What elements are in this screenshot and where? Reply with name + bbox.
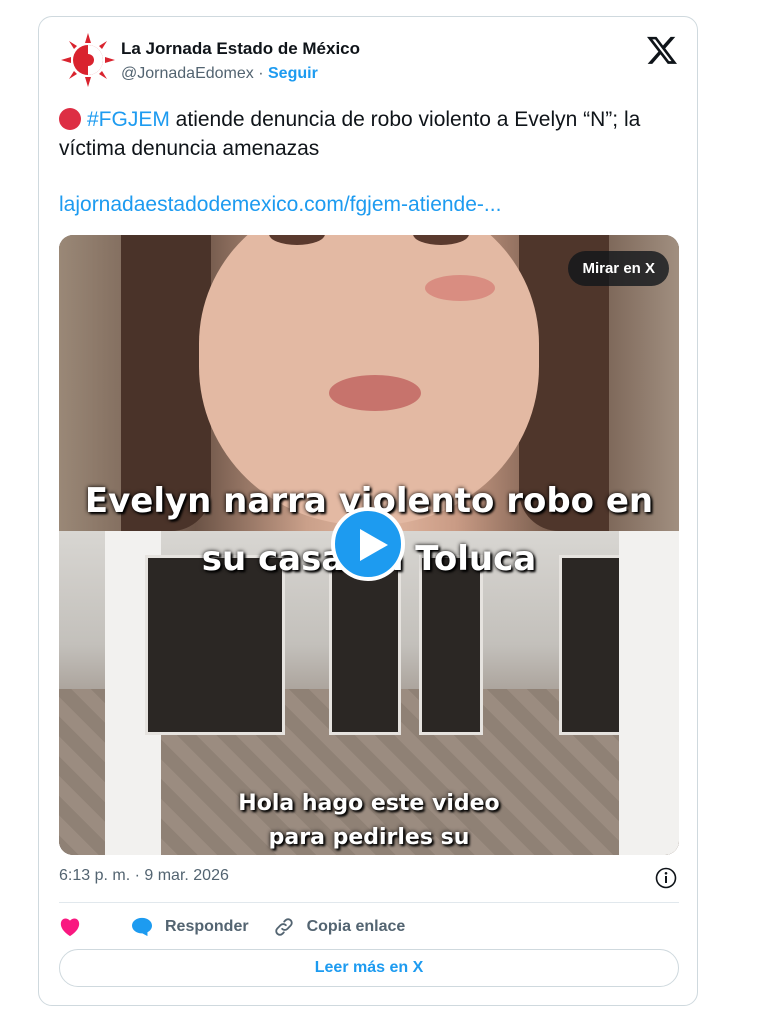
video-player[interactable]: Evelyn narra violento robo en su casa en… bbox=[59, 235, 679, 855]
avatar[interactable] bbox=[59, 31, 117, 89]
divider bbox=[59, 902, 679, 903]
copy-link-label: Copia enlace bbox=[306, 918, 406, 935]
video-subtitle: Hola hago este video para pedirles su ay… bbox=[238, 791, 500, 850]
article-link[interactable]: lajornadaestadodemexico.com/fgjem-atiend… bbox=[59, 193, 501, 217]
reply-label: Responder bbox=[165, 918, 249, 935]
copy-link-button[interactable]: Copia enlace bbox=[273, 916, 406, 938]
post-text: #FGJEM atiende denuncia de robo violento… bbox=[59, 105, 679, 163]
watch-on-x-button[interactable]: Mirar en X bbox=[568, 251, 669, 286]
author-handle-row: @JornadaEdomex · Seguir bbox=[121, 65, 318, 83]
action-bar: Responder Copia enlace bbox=[59, 913, 429, 941]
hashtag-link[interactable]: #FGJEM bbox=[87, 108, 170, 131]
read-more-button[interactable]: Leer más en X bbox=[59, 949, 679, 987]
author-name[interactable]: La Jornada Estado de México bbox=[121, 39, 360, 59]
play-icon bbox=[360, 529, 388, 561]
speech-bubble-icon bbox=[132, 917, 152, 937]
like-button[interactable] bbox=[59, 917, 93, 937]
reply-button[interactable]: Responder bbox=[131, 917, 249, 937]
author-handle[interactable]: @JornadaEdomex bbox=[121, 65, 254, 82]
x-logo-icon[interactable] bbox=[647, 35, 677, 65]
play-button[interactable] bbox=[331, 507, 405, 581]
red-circle-icon bbox=[59, 108, 81, 130]
follow-button[interactable]: Seguir bbox=[268, 65, 318, 82]
embedded-post-card: La Jornada Estado de México @JornadaEdom… bbox=[38, 16, 698, 1006]
heart-icon bbox=[60, 918, 80, 937]
link-icon bbox=[274, 918, 293, 936]
info-icon[interactable] bbox=[655, 867, 677, 889]
separator: · bbox=[258, 65, 264, 82]
post-timestamp[interactable]: 6:13 p. m. · 9 mar. 2026 bbox=[59, 867, 229, 885]
